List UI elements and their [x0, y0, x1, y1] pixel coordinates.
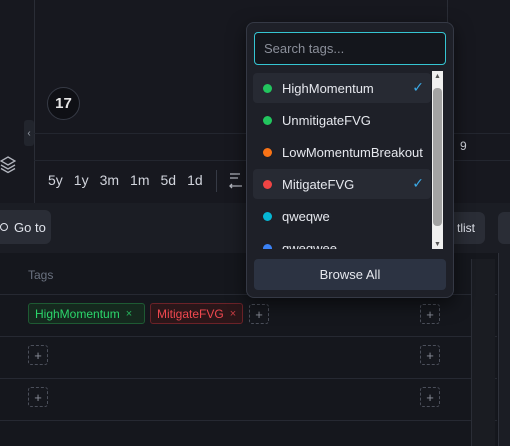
tag-dropdown: HighMomentum ✓ UnmitigateFVG LowMomentum… [246, 22, 454, 298]
tag-option-lowmomentumbreakout[interactable]: LowMomentumBreakout [253, 137, 431, 167]
range-3m[interactable]: 3m [100, 172, 119, 188]
scrollbar-thumb[interactable] [433, 88, 442, 226]
logo-text: 17 [55, 95, 72, 112]
app-root: 17 ‹ 5y 1y 3m 1m 5d 1d 9 Go to tlist Tag… [0, 0, 510, 446]
tag-color-dot [263, 211, 272, 221]
right-panel-edge [498, 253, 510, 446]
watchlist-label: tlist [457, 221, 475, 235]
range-1y[interactable]: 1y [74, 172, 89, 188]
tag-search-input[interactable] [254, 32, 446, 65]
tag-option-label: qweqwe [282, 208, 330, 224]
row-add-button[interactable]: + [420, 304, 440, 324]
compare-icon[interactable] [228, 170, 246, 192]
table-row[interactable]: + + [0, 337, 497, 379]
tag-option-qweqwee[interactable]: qweqwee [253, 233, 431, 249]
tag-option-label: LowMomentumBreakout [282, 144, 423, 160]
edge-button[interactable] [498, 212, 510, 244]
tag-list: HighMomentum ✓ UnmitigateFVG LowMomentum… [253, 73, 431, 249]
toolbar-divider [216, 170, 217, 192]
table-row[interactable]: + + [0, 379, 497, 421]
tags-column-header: Tags [28, 268, 54, 282]
table-side-column [471, 259, 495, 446]
goto-icon [0, 223, 8, 231]
remove-tag-icon[interactable]: × [126, 308, 132, 320]
range-5d[interactable]: 5d [161, 172, 177, 188]
tradingview-logo[interactable]: 17 [47, 87, 80, 120]
add-tag-button[interactable]: + [249, 304, 269, 324]
range-5y[interactable]: 5y [48, 172, 63, 188]
tag-option-qweqwe[interactable]: qweqwe [253, 201, 431, 231]
tag-list-scrollbar[interactable]: ▲ ▼ [431, 71, 444, 249]
collapse-panel-button[interactable]: ‹ [24, 120, 34, 146]
tag-color-dot [263, 115, 272, 125]
chart-gridline [34, 0, 35, 203]
tag-color-dot [263, 243, 272, 249]
tag-option-label: UnmitigateFVG [282, 112, 371, 128]
row-add-button[interactable]: + [420, 387, 440, 407]
tag-option-label: MitigateFVG [282, 176, 355, 192]
layers-icon[interactable] [0, 156, 16, 174]
check-icon: ✓ [412, 79, 424, 95]
scroll-down-icon[interactable]: ▼ [432, 239, 443, 249]
time-range-bar: 5y 1y 3m 1m 5d 1d [48, 172, 214, 188]
tag-chip-mitigatefvg[interactable]: MitigateFVG × [150, 303, 243, 324]
add-tag-button[interactable]: + [28, 387, 48, 407]
range-1m[interactable]: 1m [130, 172, 149, 188]
goto-label: Go to [14, 219, 46, 235]
tag-option-label: qweqwee [282, 240, 337, 250]
tag-color-dot [263, 147, 272, 157]
tag-chip-label: MitigateFVG [157, 306, 224, 321]
tag-chip-label: HighMomentum [35, 306, 120, 321]
tag-color-dot [263, 83, 272, 93]
tag-color-dot [263, 179, 272, 189]
tag-option-highmomentum[interactable]: HighMomentum ✓ [253, 73, 431, 103]
add-tag-button[interactable]: + [28, 345, 48, 365]
time-axis-label: 9 [460, 139, 467, 153]
range-1d[interactable]: 1d [187, 172, 203, 188]
tag-chip-highmomentum[interactable]: HighMomentum × [28, 303, 145, 324]
table-row[interactable]: HighMomentum × MitigateFVG × + + [0, 295, 497, 337]
check-icon: ✓ [412, 175, 424, 191]
goto-button[interactable]: Go to [0, 210, 51, 244]
chevron-left-icon: ‹ [27, 127, 31, 139]
scroll-up-icon[interactable]: ▲ [432, 71, 443, 81]
tag-option-label: HighMomentum [282, 80, 374, 96]
remove-tag-icon[interactable]: × [230, 308, 236, 320]
row-add-button[interactable]: + [420, 345, 440, 365]
tag-option-mitigatefvg[interactable]: MitigateFVG ✓ [253, 169, 431, 199]
tag-option-unmitigatefvg[interactable]: UnmitigateFVG [253, 105, 431, 135]
browse-all-button[interactable]: Browse All [254, 259, 446, 290]
